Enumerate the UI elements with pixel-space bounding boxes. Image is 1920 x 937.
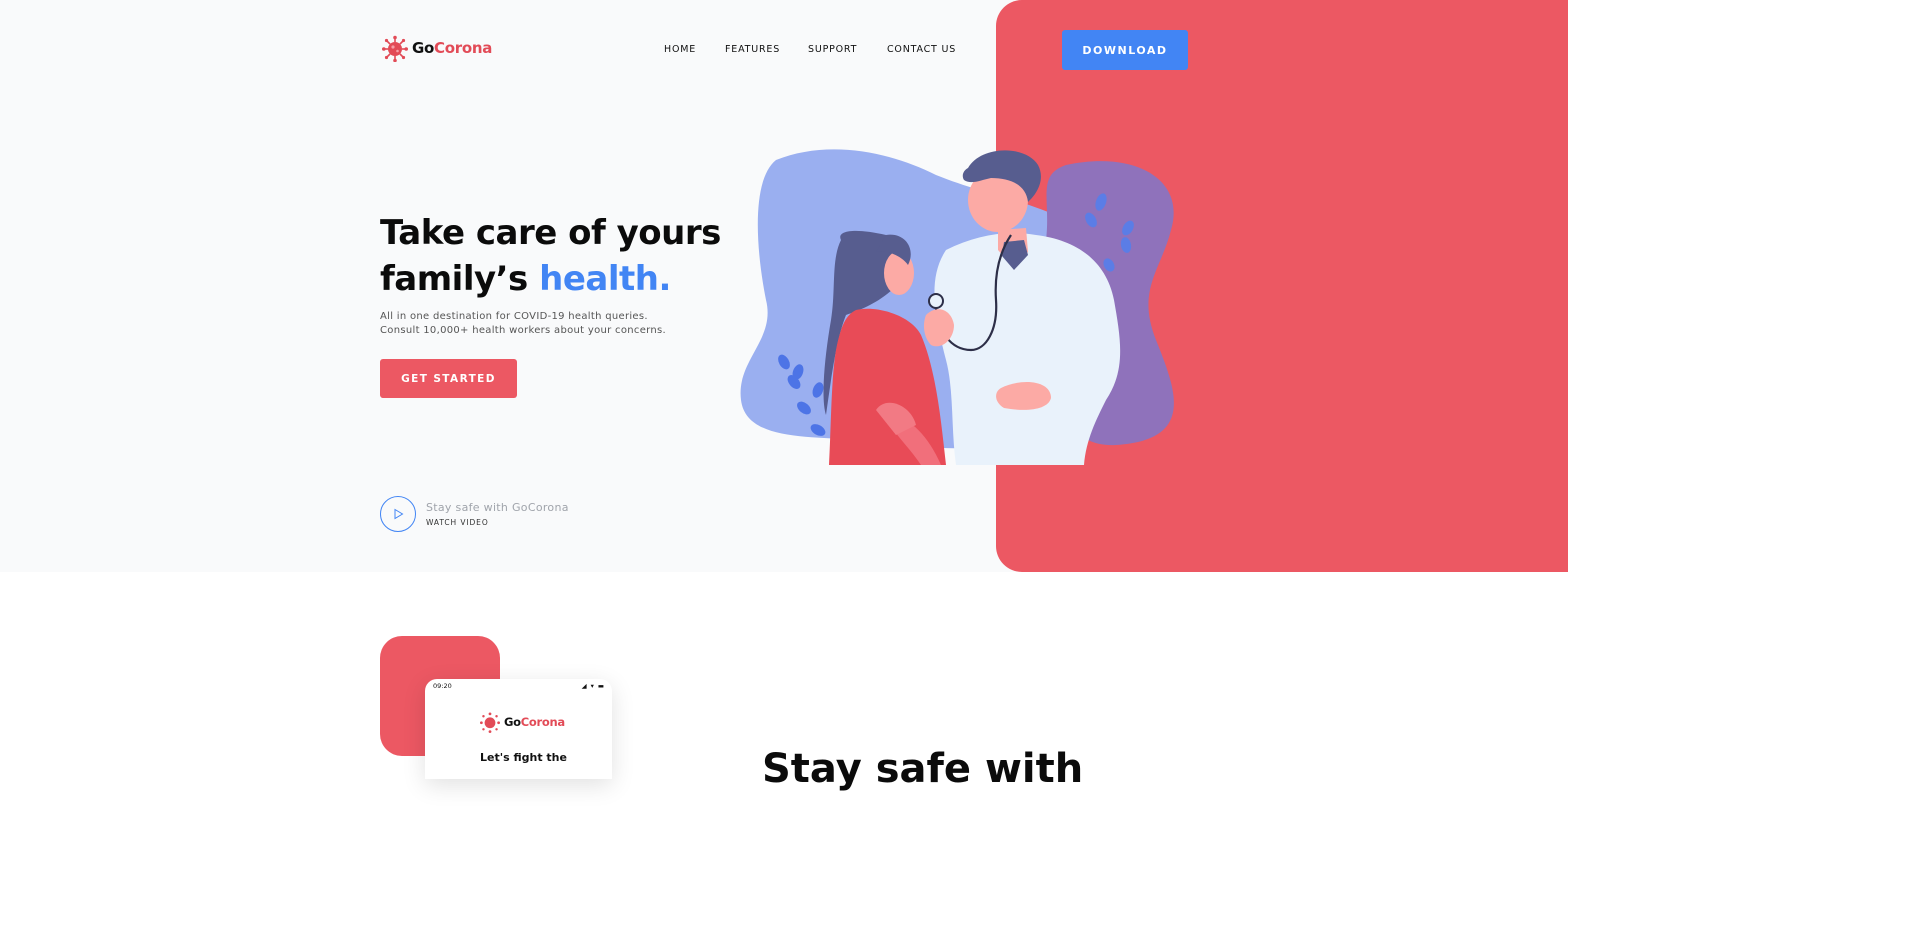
phone-brand-logo: GoCorona (480, 711, 565, 733)
nav-features[interactable]: FEATURES (725, 44, 780, 55)
wifi-icon: ▾ (590, 682, 594, 690)
battery-icon: ▬ (597, 682, 604, 690)
phone-status-icons: ◢ ▾ ▬ (582, 682, 604, 690)
watch-video[interactable]: Stay safe with GoCorona WATCH VIDEO (380, 496, 569, 532)
brand-name: GoCorona (412, 39, 493, 57)
headline-accent: health. (539, 259, 671, 299)
play-button[interactable] (380, 496, 416, 532)
watch-video-link[interactable]: WATCH VIDEO (426, 518, 569, 527)
nav-contact-us[interactable]: CONTACT US (887, 44, 956, 55)
phone-mockup: 09:20 ◢ ▾ ▬ GoCorona Let's fight the (425, 679, 612, 779)
nav-support[interactable]: SUPPORT (808, 44, 857, 55)
section-title: Stay safe with (762, 746, 1084, 792)
get-started-button[interactable]: GET STARTED (380, 359, 517, 398)
brand-logo[interactable]: GoCorona (382, 34, 492, 62)
signal-icon: ◢ (581, 682, 587, 690)
virus-icon (382, 35, 408, 62)
doctor-patient-illustration (740, 149, 1174, 465)
virus-icon (480, 712, 500, 733)
nav-home[interactable]: HOME (664, 44, 696, 55)
hero-subtitle: All in one destination for COVID-19 heal… (380, 311, 667, 336)
play-icon (394, 508, 404, 520)
phone-heading: Let's fight the (480, 751, 567, 764)
download-button[interactable]: DOWNLOAD (1062, 30, 1188, 70)
phone-time: 09:20 (433, 682, 452, 690)
hero-headline: Take care of yours family’s health. (380, 213, 721, 299)
video-title: Stay safe with GoCorona (426, 501, 569, 514)
